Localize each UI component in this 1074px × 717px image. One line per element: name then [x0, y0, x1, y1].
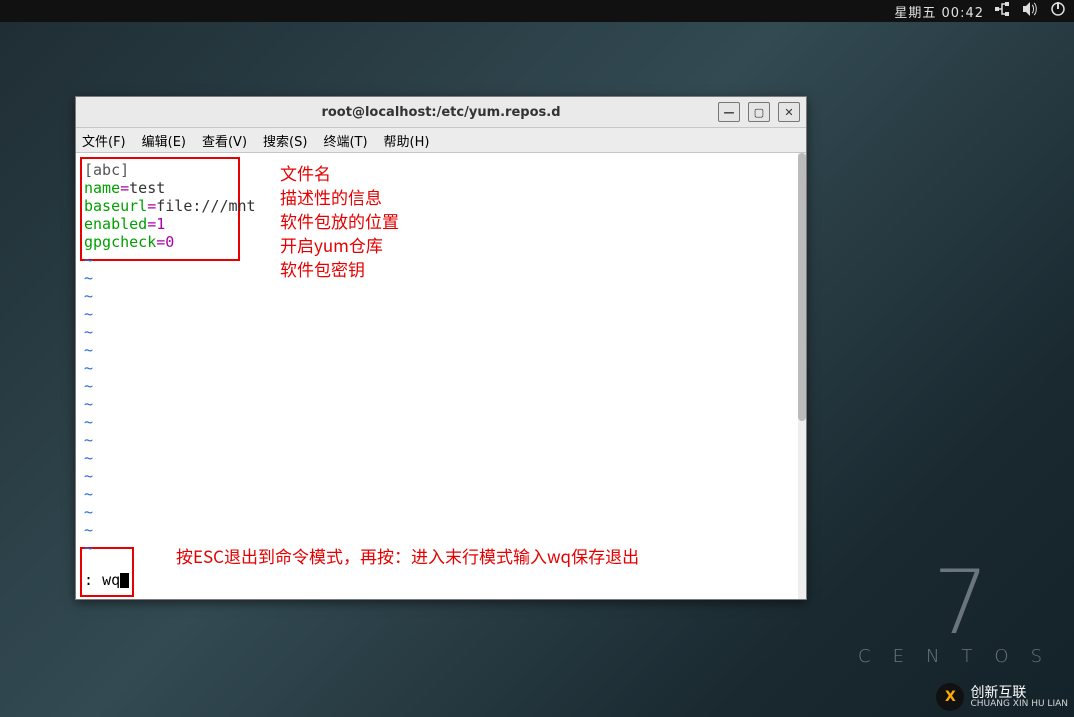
- repo-gpg-key: gpgcheck: [84, 233, 156, 251]
- annot-2: 描述性的信息: [280, 184, 382, 209]
- centos-label: CENTOS: [858, 646, 1064, 667]
- terminal-window: root@localhost:/etc/yum.repos.d — ▢ ✕ 文件…: [75, 96, 807, 600]
- menu-search[interactable]: 搜索(S): [263, 131, 307, 150]
- annot-5: 软件包密钥: [280, 256, 365, 281]
- menubar: 文件(F) 编辑(E) 查看(V) 搜索(S) 终端(T) 帮助(H): [76, 128, 806, 153]
- annotation-bottom-note: 按ESC退出到命令模式，再按：进入末行模式输入wq保存退出: [176, 547, 639, 565]
- close-button[interactable]: ✕: [778, 102, 800, 122]
- annot-1: 文件名: [280, 160, 331, 185]
- menu-file[interactable]: 文件(F): [82, 131, 126, 150]
- minimize-button[interactable]: —: [718, 102, 740, 122]
- watermark: X 创新互联 CHUANG XIN HU LIAN: [936, 683, 1068, 711]
- annot-4: 开启yum仓库: [280, 232, 383, 257]
- text-cursor: [120, 573, 129, 588]
- vim-command-line[interactable]: : wq: [84, 571, 129, 589]
- watermark-main: 创新互联: [970, 686, 1068, 700]
- annot-3: 软件包放的位置: [280, 208, 399, 233]
- repo-enabled-key: enabled: [84, 215, 147, 233]
- repo-enabled-val: 1: [156, 215, 165, 233]
- menu-edit[interactable]: 编辑(E): [142, 131, 186, 150]
- cmd-text: wq: [102, 571, 120, 589]
- vim-tilde-column: ~ ~ ~ ~ ~ ~ ~ ~ ~ ~ ~ ~ ~ ~ ~ ~ ~: [84, 251, 93, 557]
- menu-help[interactable]: 帮助(H): [384, 131, 430, 150]
- repo-name-key: name: [84, 179, 120, 197]
- window-titlebar[interactable]: root@localhost:/etc/yum.repos.d — ▢ ✕: [76, 97, 806, 128]
- clock-label: 星期五 00:42: [894, 2, 984, 21]
- repo-gpg-val: 0: [165, 233, 174, 251]
- watermark-logo: X: [936, 683, 964, 711]
- maximize-button[interactable]: ▢: [748, 102, 770, 122]
- network-icon[interactable]: [994, 1, 1010, 21]
- terminal-scrollbar[interactable]: [798, 153, 806, 599]
- centos-branding: 7 CENTOS: [858, 551, 1064, 667]
- sound-icon[interactable]: [1022, 1, 1038, 21]
- repo-file-content: [abc] name=test baseurl=file:///mnt enab…: [84, 161, 256, 251]
- menu-terminal[interactable]: 终端(T): [323, 131, 367, 150]
- system-tray: [994, 1, 1066, 21]
- top-panel: 星期五 00:42: [0, 0, 1074, 22]
- terminal-body[interactable]: [abc] name=test baseurl=file:///mnt enab…: [76, 153, 806, 599]
- annotation-list: 文件名 描述性的信息 软件包放的位置 开启yum仓库 软件包密钥: [280, 161, 399, 281]
- cmd-prompt: :: [84, 571, 93, 589]
- repo-name-val: test: [129, 179, 165, 197]
- watermark-sub: CHUANG XIN HU LIAN: [970, 700, 1068, 709]
- power-icon[interactable]: [1050, 1, 1066, 21]
- desktop: 星期五 00:42 7 CENTOS X 创新互联 CHUANG XIN HU …: [0, 0, 1074, 717]
- scrollbar-thumb[interactable]: [798, 153, 806, 421]
- repo-baseurl-key: baseurl: [84, 197, 147, 215]
- menu-view[interactable]: 查看(V): [202, 131, 247, 150]
- repo-section: [abc]: [84, 161, 129, 179]
- repo-baseurl-val: file:///mnt: [156, 197, 255, 215]
- centos-version: 7: [858, 551, 1064, 654]
- window-title: root@localhost:/etc/yum.repos.d: [321, 105, 560, 120]
